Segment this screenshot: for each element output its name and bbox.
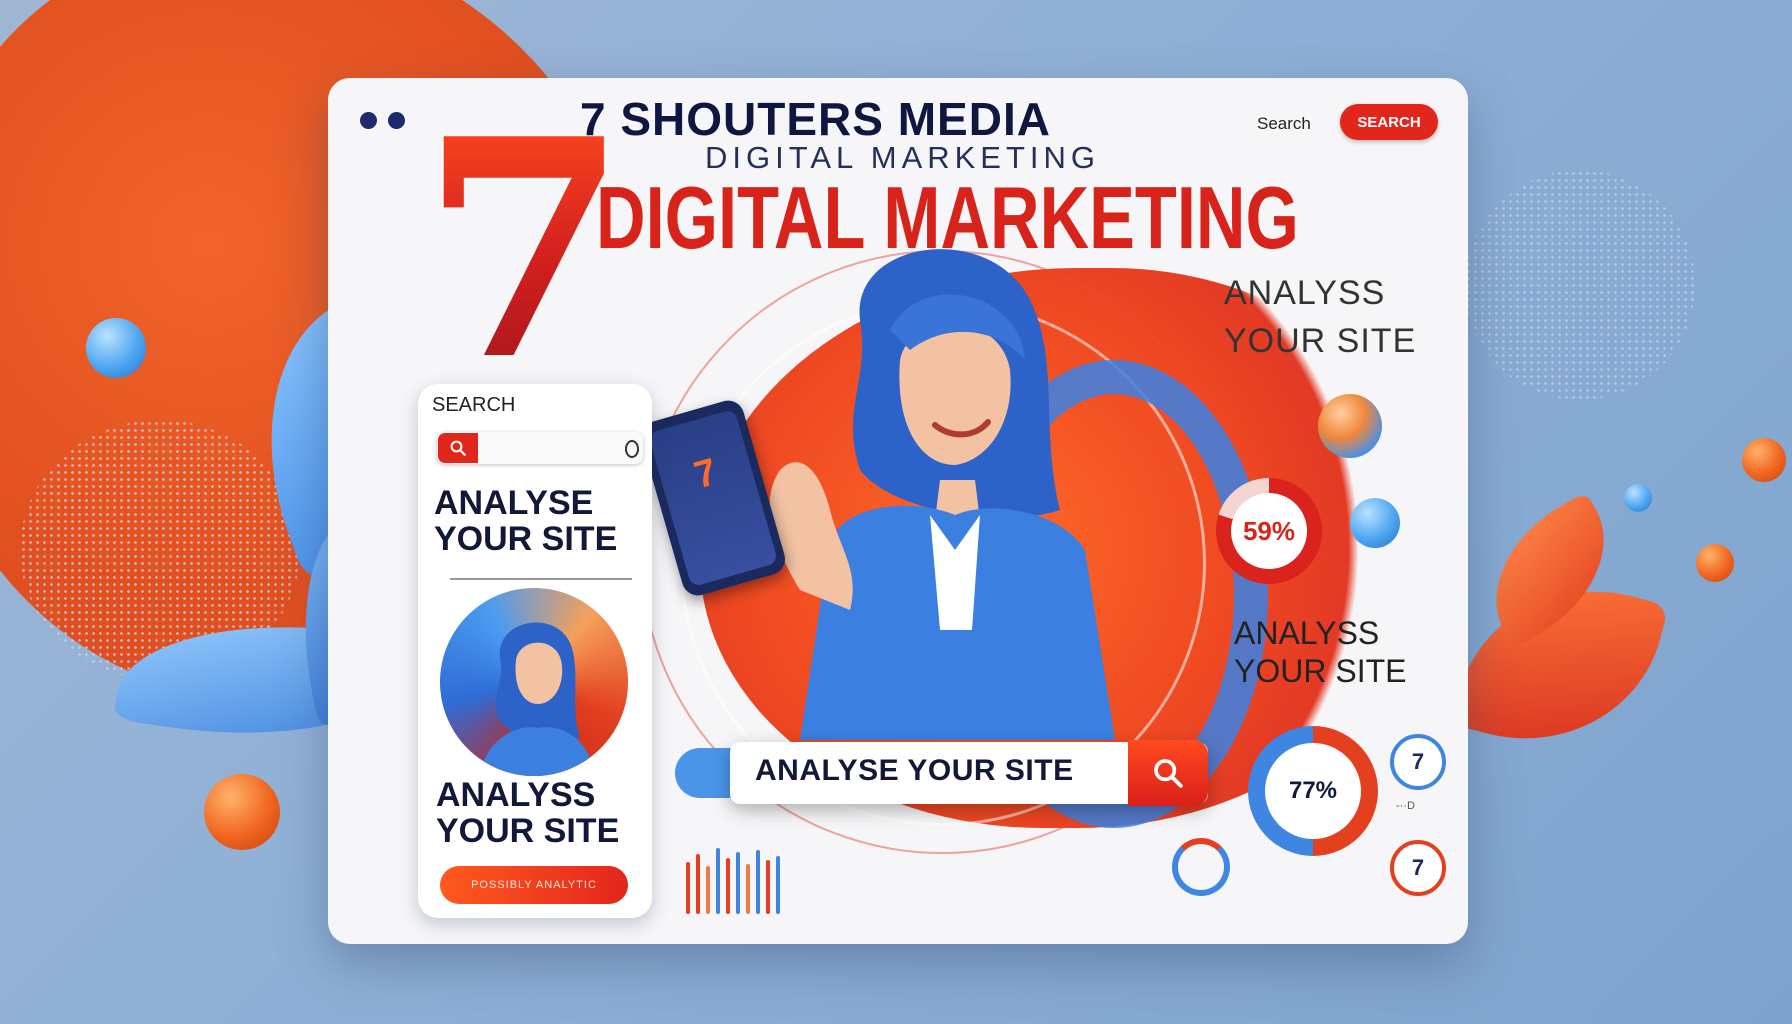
clear-icon[interactable] bbox=[625, 440, 639, 458]
bar-mark bbox=[726, 858, 730, 914]
avatar bbox=[440, 588, 628, 776]
page-headline: DIGITAL MARKETING bbox=[596, 168, 1299, 267]
window-dot-icon bbox=[360, 112, 377, 129]
phone-search-button[interactable] bbox=[438, 433, 478, 463]
avatar-illustration bbox=[480, 622, 595, 776]
bar-mark bbox=[716, 848, 720, 914]
search-icon bbox=[1154, 759, 1183, 788]
bar-mark bbox=[776, 856, 780, 914]
phone-analyse-subheading: YOUR SITE bbox=[434, 520, 618, 558]
gauge-value: 59% bbox=[1231, 493, 1307, 569]
phone-analyse-heading: ANALYSE bbox=[434, 484, 594, 522]
brand-title: 7 SHOUTERS MEDIA bbox=[580, 93, 1051, 145]
percent-gauge-top: 59% bbox=[1216, 478, 1322, 584]
orange-sphere bbox=[1742, 438, 1786, 482]
phone-analyse-subheading-lower: YOUR SITE bbox=[436, 812, 620, 850]
mini-label: -··D bbox=[1396, 800, 1415, 812]
blue-sphere bbox=[1624, 484, 1652, 512]
orange-sphere bbox=[1696, 544, 1734, 582]
top-search-label[interactable]: Search bbox=[1257, 114, 1311, 134]
search-icon bbox=[450, 440, 466, 456]
bar-decoration bbox=[686, 848, 810, 914]
hero-search-button[interactable] bbox=[1128, 740, 1208, 806]
analyse-subheading-right: YOUR SITE bbox=[1224, 322, 1417, 360]
bar-mark bbox=[696, 854, 700, 914]
bar-mark bbox=[686, 862, 690, 914]
dot-pattern-right bbox=[1465, 170, 1695, 400]
window-dot-icon bbox=[388, 112, 405, 129]
analyse-heading-right-lower: ANALYSS bbox=[1234, 615, 1380, 651]
hero-search-text: ANALYSE YOUR SITE bbox=[755, 754, 1074, 787]
woman-illustration bbox=[769, 249, 1115, 740]
bar-mark bbox=[756, 850, 760, 914]
orange-sphere bbox=[204, 774, 280, 850]
bar-mark bbox=[746, 864, 750, 914]
percent-gauge-bottom: 77% bbox=[1248, 726, 1378, 856]
bar-mark bbox=[736, 852, 740, 914]
small-stat-badge: 7 bbox=[1390, 840, 1446, 896]
ring-icon bbox=[1172, 838, 1230, 896]
phone-analyse-heading-lower: ANALYSS bbox=[436, 776, 596, 814]
divider bbox=[450, 578, 632, 580]
bar-mark bbox=[706, 866, 710, 914]
blue-sphere bbox=[86, 318, 146, 378]
gauge-value: 77% bbox=[1265, 743, 1361, 839]
phone-screen-number: 7 bbox=[689, 450, 722, 498]
phone-search-label: SEARCH bbox=[432, 394, 516, 416]
phone-cta-button[interactable]: POSSIBLY ANALYTIC bbox=[440, 866, 628, 904]
small-stat-badge: 7 bbox=[1390, 734, 1446, 790]
gradient-sphere bbox=[1318, 394, 1382, 458]
top-search-button[interactable]: SEARCH bbox=[1340, 104, 1438, 140]
analyse-heading-right: ANALYSS bbox=[1224, 274, 1386, 312]
analyse-subheading-right-lower: YOUR SITE bbox=[1234, 653, 1407, 689]
blue-sphere bbox=[1350, 498, 1400, 548]
bar-mark bbox=[766, 860, 770, 914]
